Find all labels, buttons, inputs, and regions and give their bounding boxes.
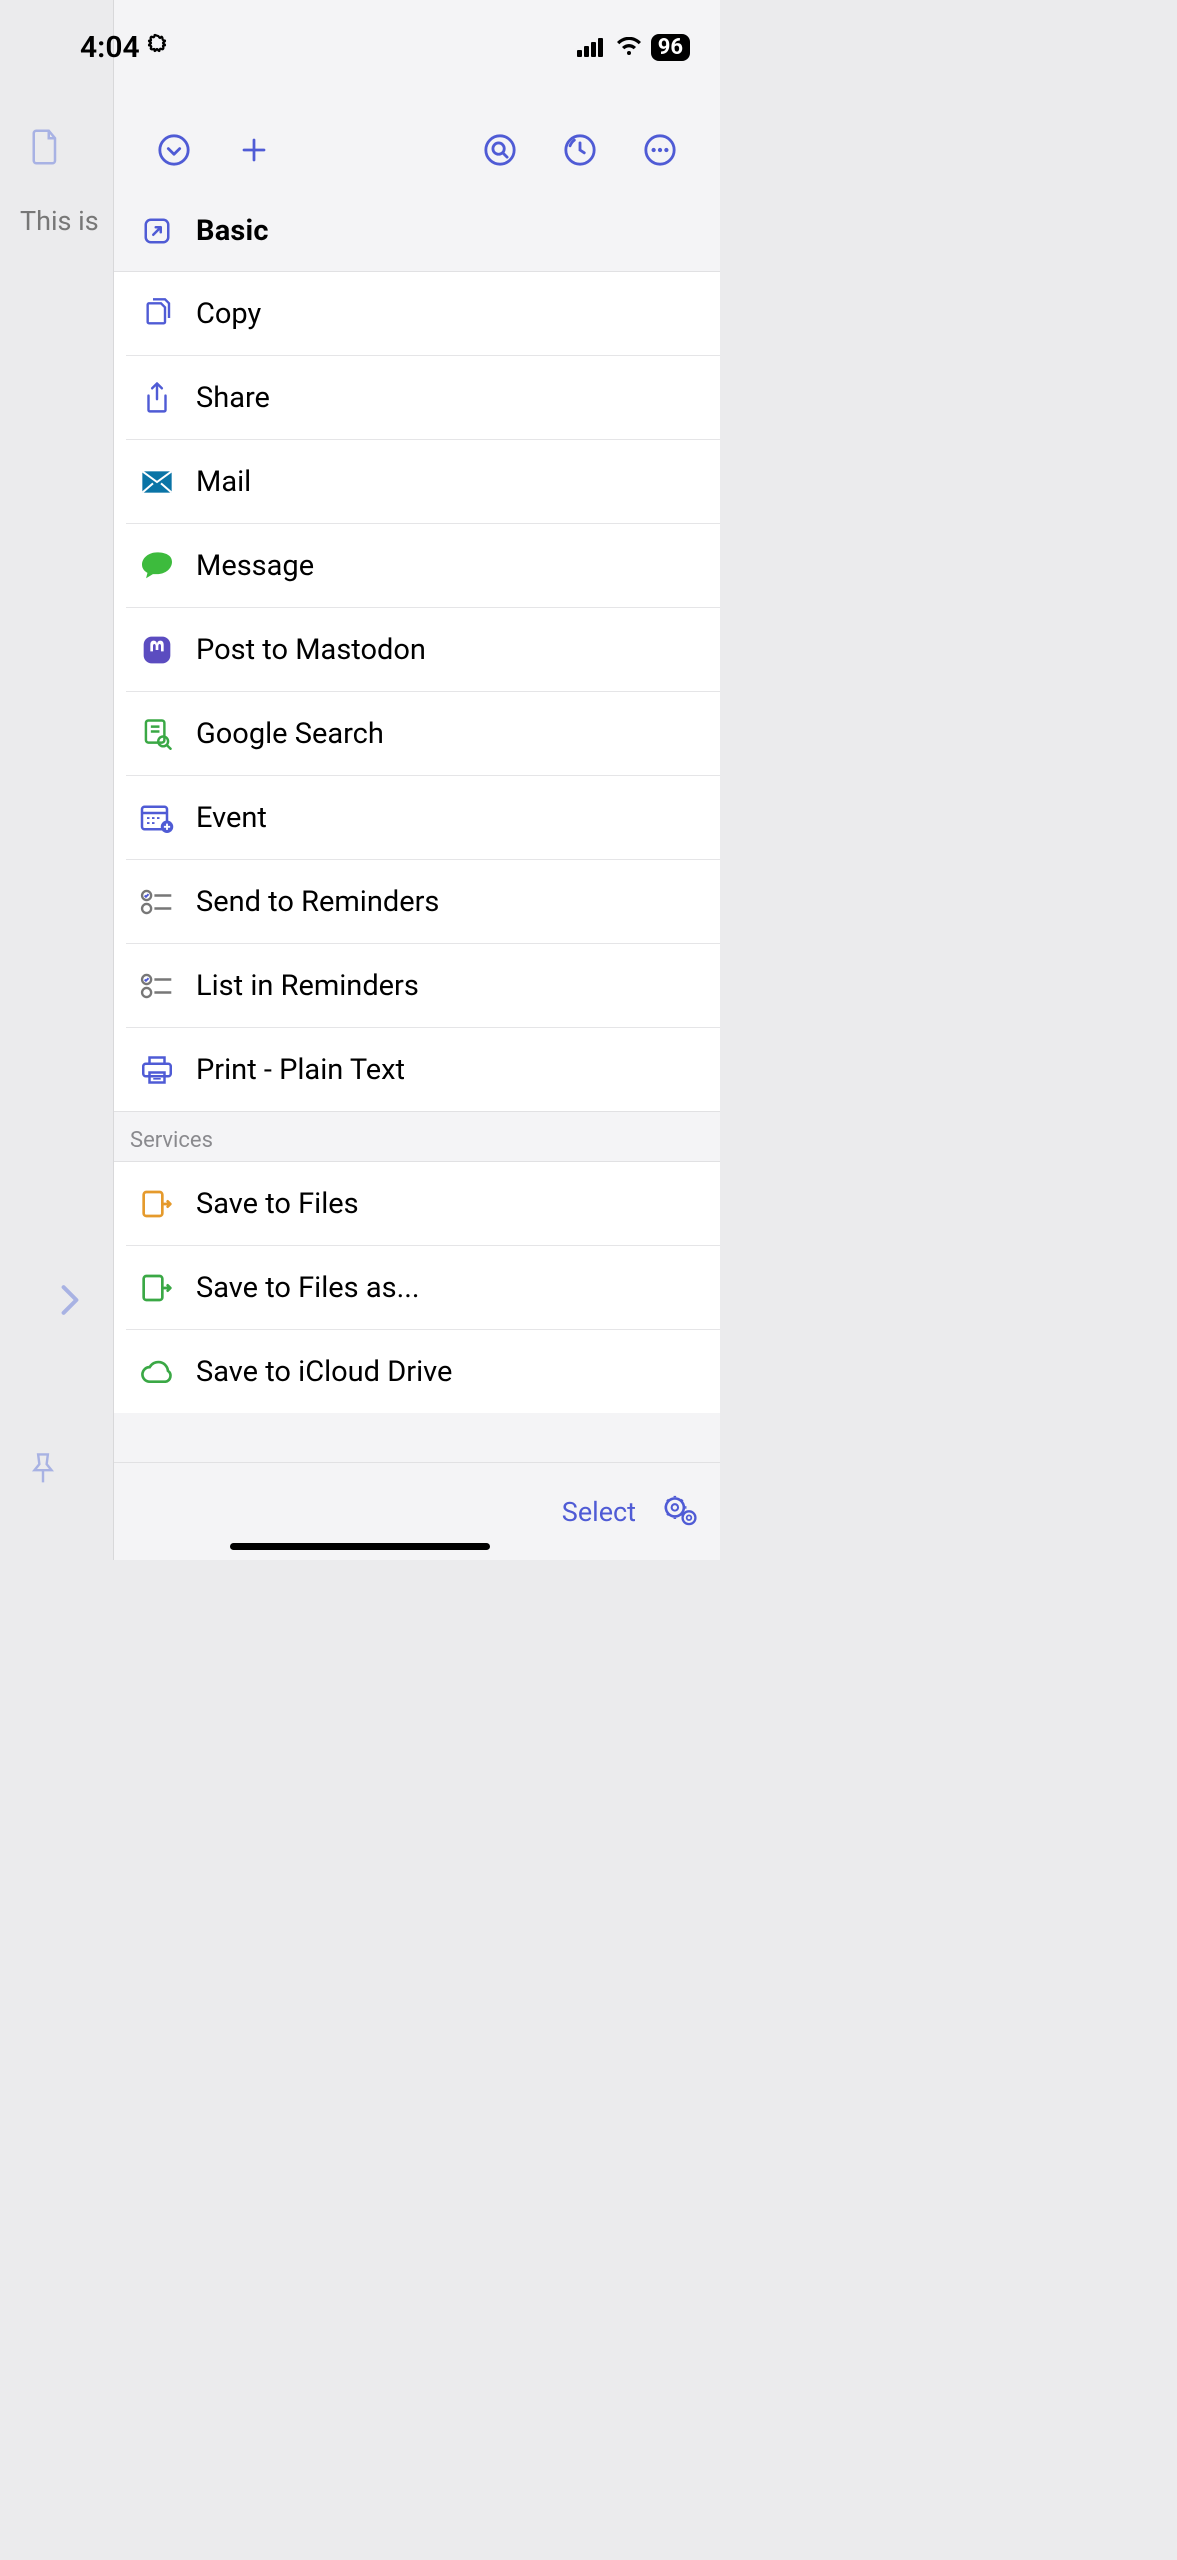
add-button[interactable] <box>214 128 294 173</box>
mastodon-icon <box>140 634 174 666</box>
message-icon <box>140 551 174 581</box>
share-icon <box>140 381 174 415</box>
action-print[interactable]: Print - Plain Text <box>114 1028 720 1111</box>
action-group-title: Basic <box>196 214 269 248</box>
mail-icon <box>140 470 174 494</box>
action-label: Mail <box>196 465 251 499</box>
action-group-header[interactable]: Basic <box>114 190 720 272</box>
action-label: Save to iCloud Drive <box>196 1355 452 1389</box>
action-mail[interactable]: Mail <box>114 440 720 523</box>
select-button[interactable]: Select <box>562 1496 636 1528</box>
action-label: Save to Files <box>196 1187 359 1221</box>
action-save-files-as[interactable]: Save to Files as... <box>114 1246 720 1329</box>
action-label: List in Reminders <box>196 969 419 1003</box>
battery-level: 96 <box>651 34 690 61</box>
action-copy[interactable]: Copy <box>114 272 720 355</box>
copy-icon <box>140 298 174 330</box>
panel-toolbar <box>114 110 720 190</box>
collapse-button[interactable] <box>134 128 214 173</box>
action-label: Send to Reminders <box>196 885 439 919</box>
cellular-icon <box>577 30 607 65</box>
actions-list-services: Save to Files Save to Files as... Save t… <box>114 1162 720 1413</box>
action-send-reminders[interactable]: Send to Reminders <box>114 860 720 943</box>
services-section-label: Services <box>114 1111 720 1162</box>
status-time: 4:04 <box>80 30 140 65</box>
reminders-icon <box>140 889 174 915</box>
open-external-icon <box>140 216 174 246</box>
status-bar: 4:04 96 <box>0 0 720 80</box>
reminders-icon <box>140 973 174 999</box>
action-event[interactable]: Event <box>114 776 720 859</box>
action-label: Post to Mastodon <box>196 633 426 667</box>
action-label: Print - Plain Text <box>196 1053 405 1087</box>
action-save-icloud[interactable]: Save to iCloud Drive <box>114 1330 720 1413</box>
settings-glyph-icon <box>146 30 170 65</box>
history-button[interactable] <box>540 128 620 173</box>
save-files-icon <box>140 1189 174 1219</box>
action-label: Message <box>196 549 314 583</box>
chevron-right-icon[interactable] <box>60 1284 80 1320</box>
calendar-icon <box>140 803 174 833</box>
more-button[interactable] <box>620 128 700 173</box>
action-google-search[interactable]: Google Search <box>114 692 720 775</box>
status-left: 4:04 <box>80 30 170 65</box>
action-label: Event <box>196 801 267 835</box>
actions-list-main: Copy Share Mail Message <box>114 272 720 1111</box>
action-label: Copy <box>196 297 261 331</box>
status-right: 96 <box>577 30 690 65</box>
actions-panel: Basic Copy Share Mail M <box>113 0 720 1560</box>
document-icon <box>30 128 60 170</box>
pin-icon[interactable] <box>28 1452 58 1490</box>
action-label: Google Search <box>196 717 384 751</box>
action-label: Share <box>196 381 270 415</box>
left-background-strip: This is <box>0 0 113 1560</box>
background-preview-text: This is <box>20 205 99 237</box>
search-doc-icon <box>140 718 174 750</box>
search-button[interactable] <box>460 128 540 173</box>
print-icon <box>140 1055 174 1085</box>
home-indicator[interactable] <box>230 1543 490 1550</box>
settings-button[interactable] <box>662 1494 698 1530</box>
action-label: Save to Files as... <box>196 1271 420 1305</box>
save-files-as-icon <box>140 1273 174 1303</box>
wifi-icon <box>615 30 643 65</box>
action-share[interactable]: Share <box>114 356 720 439</box>
action-message[interactable]: Message <box>114 524 720 607</box>
cloud-icon <box>140 1359 174 1385</box>
action-list-reminders[interactable]: List in Reminders <box>114 944 720 1027</box>
action-mastodon[interactable]: Post to Mastodon <box>114 608 720 691</box>
action-save-files[interactable]: Save to Files <box>114 1162 720 1245</box>
